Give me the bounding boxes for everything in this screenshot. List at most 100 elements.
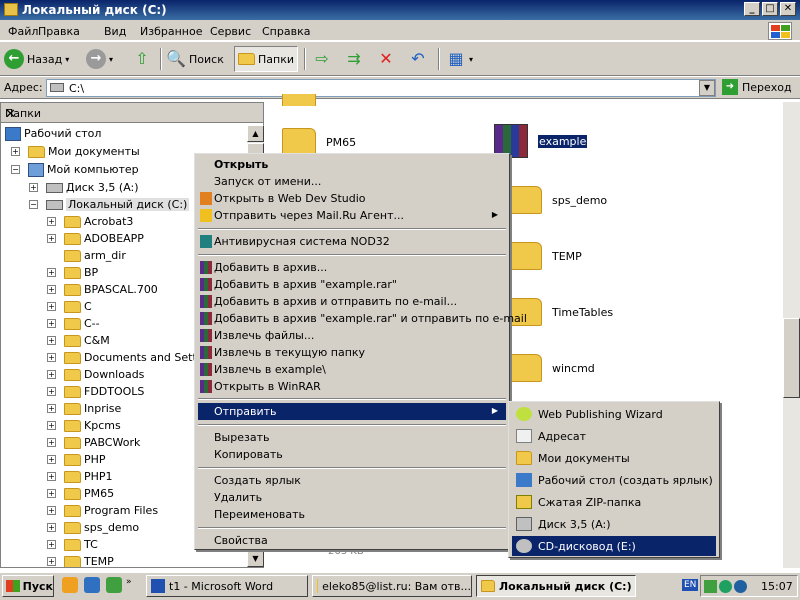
expand-icon[interactable]: +: [47, 455, 56, 464]
folders-button[interactable]: Папки: [234, 46, 298, 72]
views-button[interactable]: ▦ ▾: [446, 46, 473, 72]
close-button[interactable]: ✕: [780, 2, 796, 16]
quicklaunch-chevron-icon[interactable]: »: [126, 577, 136, 593]
expand-icon[interactable]: +: [11, 147, 20, 156]
expand-icon[interactable]: +: [47, 387, 56, 396]
folders-pane-close-button[interactable]: ✕: [5, 107, 259, 122]
expand-icon[interactable]: +: [47, 421, 56, 430]
tree-item-folder[interactable]: + ADOBEAPP: [47, 230, 144, 247]
expand-icon[interactable]: +: [47, 217, 56, 226]
go-button[interactable]: ➜ Переход: [722, 79, 792, 95]
menu-item-cut[interactable]: Вырезать: [198, 429, 506, 446]
taskbar-button-mail[interactable]: eleko85@list.ru: Вам отв...: [312, 575, 472, 597]
tree-item-folder[interactable]: + BPASCAL.700: [47, 281, 158, 298]
scroll-down-button[interactable]: ▼: [247, 550, 264, 567]
expand-icon[interactable]: +: [47, 472, 56, 481]
mail-quicklaunch-icon[interactable]: [62, 577, 78, 593]
tree-item-folder[interactable]: + PHP: [47, 451, 106, 468]
menu-item-delete[interactable]: Удалить: [198, 489, 506, 506]
contents-scrollbar[interactable]: [783, 102, 800, 568]
taskbar-button-word[interactable]: t1 - Microsoft Word: [146, 575, 308, 597]
tree-item-desktop[interactable]: Рабочий стол: [5, 125, 101, 142]
expand-icon[interactable]: +: [47, 557, 56, 566]
menu-item-open-winrar[interactable]: Открыть в WinRAR: [198, 378, 506, 395]
maximize-button[interactable]: □: [762, 2, 778, 16]
tree-item-folder[interactable]: + C--: [47, 315, 100, 332]
send-to-my-documents[interactable]: Мои документы: [512, 448, 716, 468]
tree-item-folder[interactable]: + TEMP: [47, 553, 114, 567]
tree-item-folder[interactable]: + Program Files: [47, 502, 158, 519]
scroll-thumb[interactable]: [783, 318, 800, 398]
back-button[interactable]: ← Назад ▾: [4, 46, 69, 72]
menu-view[interactable]: Вид: [104, 25, 126, 38]
tree-item-folder[interactable]: + BP: [47, 264, 98, 281]
menu-favorites[interactable]: Избранное: [140, 25, 202, 38]
tree-item-mydocs[interactable]: + Мои документы: [11, 143, 140, 160]
tree-item-folder[interactable]: arm_dir: [47, 247, 126, 264]
send-to-floppy[interactable]: Диск 3,5 (A:): [512, 514, 716, 534]
tree-item-floppy[interactable]: + Диск 3,5 (A:): [29, 179, 139, 196]
expand-icon[interactable]: +: [47, 302, 56, 311]
tree-item-folder[interactable]: + Kpcms: [47, 417, 121, 434]
menu-item-open[interactable]: Открыть: [198, 156, 506, 173]
menu-item-extract[interactable]: Извлечь файлы...: [198, 327, 506, 344]
tree-item-mycomputer[interactable]: − Мой компьютер: [11, 161, 139, 178]
tray-icon[interactable]: [704, 579, 717, 593]
menu-item-add-example-email[interactable]: Добавить в архив "example.rar" и отправи…: [198, 310, 527, 327]
menu-item-open-webdev[interactable]: Открыть в Web Dev Studio: [198, 190, 506, 207]
folder-item-temp[interactable]: TEMP: [508, 242, 582, 270]
expand-icon[interactable]: +: [47, 234, 56, 243]
minimize-button[interactable]: _: [744, 2, 760, 16]
up-button[interactable]: ⇧: [132, 46, 152, 72]
expand-icon[interactable]: +: [47, 438, 56, 447]
tree-item-folder[interactable]: + Downloads: [47, 366, 144, 383]
copy-to-button[interactable]: ⇉: [344, 46, 364, 72]
expand-icon[interactable]: +: [47, 506, 56, 515]
menu-item-extract-here[interactable]: Извлечь в текущую папку: [198, 344, 506, 361]
expand-icon[interactable]: +: [47, 540, 56, 549]
send-to-web-publishing[interactable]: Web Publishing Wizard: [512, 404, 716, 424]
tree-item-folder[interactable]: + TC: [47, 536, 98, 553]
menu-item-add-example[interactable]: Добавить в архив "example.rar": [198, 276, 506, 293]
tree-item-folder[interactable]: + PABCWork: [47, 434, 140, 451]
send-to-zip[interactable]: Сжатая ZIP-папка: [512, 492, 716, 512]
collapse-icon[interactable]: −: [11, 165, 20, 174]
expand-icon[interactable]: +: [47, 404, 56, 413]
tree-item-folder[interactable]: + Inprise: [47, 400, 121, 417]
tree-item-folder[interactable]: + FDDTOOLS: [47, 383, 144, 400]
folder-item-sps-demo[interactable]: sps_demo: [508, 186, 607, 214]
menu-file[interactable]: Файл: [8, 25, 38, 38]
menu-item-create-shortcut[interactable]: Создать ярлык: [198, 472, 506, 489]
delete-button[interactable]: ✕: [376, 46, 396, 72]
collapse-icon[interactable]: −: [29, 200, 38, 209]
tray-icon[interactable]: [734, 579, 747, 593]
menu-help[interactable]: Справка: [262, 25, 310, 38]
browser-quicklaunch-icon[interactable]: [84, 577, 100, 593]
menu-item-nod32[interactable]: Антивирусная система NOD32: [198, 233, 506, 250]
expand-icon[interactable]: +: [47, 268, 56, 277]
tree-item-folder[interactable]: + C&M: [47, 332, 110, 349]
expand-icon[interactable]: +: [47, 336, 56, 345]
tree-item-folder[interactable]: + sps_demo: [47, 519, 139, 536]
tree-item-folder[interactable]: + PHP1: [47, 468, 113, 485]
send-to-cd-drive[interactable]: CD-дисковод (E:): [512, 536, 716, 556]
undo-button[interactable]: ↶: [408, 46, 428, 72]
expand-icon[interactable]: +: [47, 319, 56, 328]
menu-item-copy[interactable]: Копировать: [198, 446, 506, 463]
menu-item-run-as[interactable]: Запуск от имени...: [198, 173, 506, 190]
expand-icon[interactable]: +: [29, 183, 38, 192]
search-button[interactable]: 🔍 Поиск: [166, 46, 224, 72]
send-to-desktop[interactable]: Рабочий стол (создать ярлык): [512, 470, 716, 490]
expand-icon[interactable]: +: [47, 370, 56, 379]
address-input[interactable]: C:\ ▼: [46, 79, 716, 97]
send-to-recipient[interactable]: Адресат: [512, 426, 716, 446]
language-indicator[interactable]: EN: [682, 579, 699, 591]
menu-item-send-to[interactable]: Отправить ▶: [198, 403, 506, 420]
expand-icon[interactable]: +: [47, 489, 56, 498]
tree-item-cdrive[interactable]: − Локальный диск (C:): [29, 196, 190, 213]
folder-item-wincmd[interactable]: wincmd: [508, 354, 595, 382]
menu-edit[interactable]: Правка: [38, 25, 80, 38]
menu-item-extract-to[interactable]: Извлечь в example\: [198, 361, 506, 378]
menu-item-send-mailru[interactable]: Отправить через Mail.Ru Агент... ▶: [198, 207, 506, 224]
address-dropdown-button[interactable]: ▼: [699, 80, 715, 96]
